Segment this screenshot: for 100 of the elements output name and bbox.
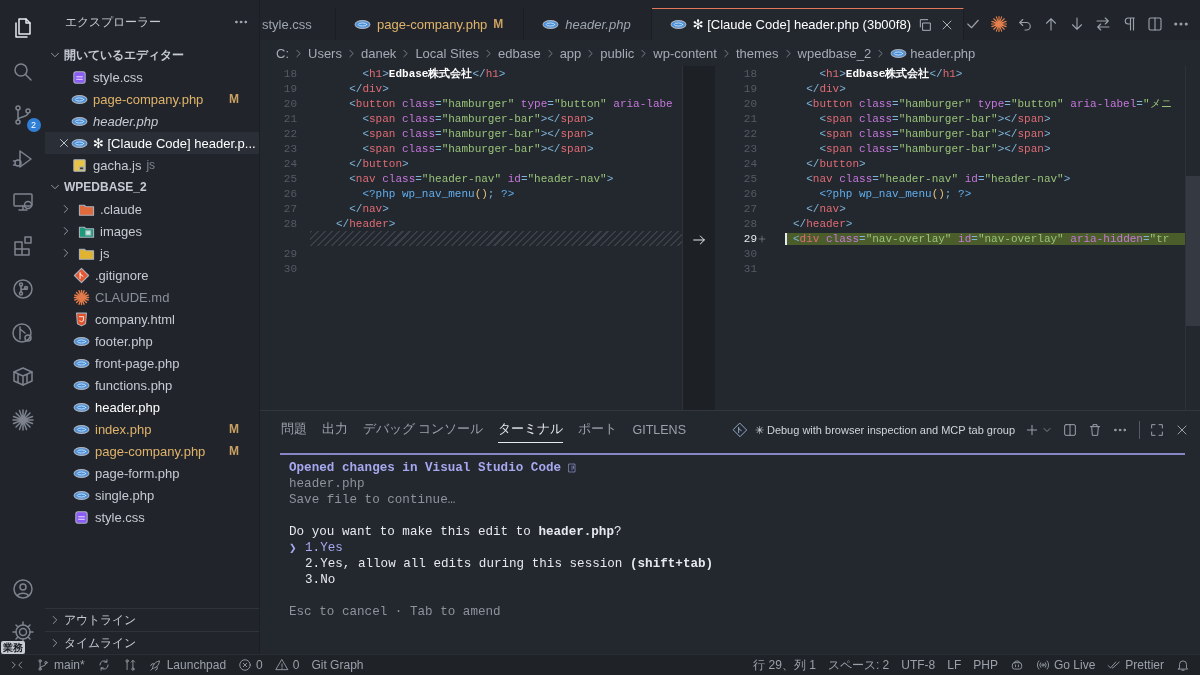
section-header[interactable]: アウトライン (45, 608, 259, 631)
menu-option[interactable]: 1.Yes (305, 541, 343, 555)
breadcrumb-item[interactable]: Users (308, 45, 342, 61)
code-line: </button> (805, 157, 866, 170)
file-item[interactable]: page-form.php (95, 465, 180, 481)
status-item[interactable]: UTF-8 (901, 658, 936, 672)
git-status: M (229, 92, 239, 106)
tab-label: style.css (262, 16, 312, 32)
editor-tab[interactable]: header.php (524, 8, 652, 40)
code-line: <span class="hamburger-bar"></span> (818, 112, 1051, 125)
terminal-text: header.php (289, 477, 365, 491)
panel-tab[interactable]: ターミナル (498, 417, 564, 443)
breadcrumb-item[interactable]: C: (276, 45, 289, 61)
file-item[interactable]: style.css (95, 509, 145, 525)
breadcrumb-item[interactable]: app (559, 45, 582, 61)
git-status: M (493, 17, 504, 31)
tab-label: page-company.php (377, 16, 488, 32)
panel-tab[interactable]: 出力 (322, 417, 348, 443)
menu-option[interactable]: 2.Yes, allow all edits during this session (shift+tab) (305, 557, 714, 571)
status-item[interactable]: Launchpad (148, 658, 227, 672)
code-line: </div> (805, 82, 846, 95)
git-status: M (229, 444, 239, 458)
status-item[interactable]: 0 (274, 658, 300, 672)
file-item[interactable]: header.php (93, 113, 159, 129)
selection-cursor: ❯ (289, 542, 297, 556)
line-number: 29 (742, 232, 757, 245)
code-line: <nav class="header-nav" id="header-nav"> (348, 172, 614, 185)
line-number: 23 (742, 142, 757, 155)
file-item[interactable]: company.html (95, 311, 175, 327)
code-line: </header> (336, 217, 396, 230)
file-item[interactable]: style.css (93, 69, 143, 85)
file-item[interactable]: CLAUDE.md (95, 289, 170, 305)
breadcrumb-item[interactable]: danek (360, 45, 397, 61)
code-line: </nav> (348, 202, 389, 215)
code-line: </button> (348, 157, 409, 170)
status-item[interactable]: 0 (238, 658, 263, 672)
code-line: <?php wp_nav_menu(); ?> (818, 187, 972, 200)
breadcrumb-item[interactable]: edbase (497, 45, 541, 61)
line-number: 31 (742, 262, 757, 275)
line-number: 23 (282, 142, 297, 155)
editor-tab[interactable]: page-company.php M (336, 8, 525, 40)
file-item[interactable]: images (100, 223, 142, 239)
file-item[interactable]: .gitignore (95, 267, 149, 283)
panel-tab[interactable]: デバッグ コンソール (363, 417, 484, 443)
status-item[interactable]: LF (947, 658, 962, 672)
code-line: <span class="hamburger-bar"></span> (361, 127, 594, 140)
terminal-text: Save file to continue… (289, 493, 456, 507)
code-line: </div> (348, 82, 389, 95)
panel-tab[interactable]: ポート (578, 417, 618, 443)
file-item[interactable]: front-page.php (95, 355, 180, 371)
breadcrumb-item[interactable]: wpedbase_2 (797, 45, 872, 61)
terminal-heading: Opened changes in Visual Studio Code (289, 461, 562, 475)
breadcrumb-item[interactable]: header.php (910, 45, 976, 61)
section-header[interactable]: 開いているエディター (45, 44, 259, 66)
code-line: <span class="hamburger-bar"></span> (818, 127, 1051, 140)
status-item[interactable]: PHP (973, 658, 998, 672)
status-item[interactable]: スペース: 2 (827, 656, 890, 674)
terminal-text: Do you want to make this edit to header.php? (289, 525, 622, 539)
sidebar-title: エクスプローラー (65, 13, 162, 31)
file-item[interactable]: gacha.js (93, 157, 142, 173)
code-line: <nav class="header-nav" id="header-nav"> (805, 172, 1071, 185)
file-item[interactable]: single.php (95, 487, 155, 503)
editor-tab[interactable]: ✻ [Claude Code] header.php (3b00f8) (651, 8, 964, 40)
code-line: </nav> (805, 202, 846, 215)
file-item[interactable]: index.php (95, 421, 152, 437)
status-item[interactable]: 行 29、列 1 (753, 656, 816, 674)
code-line: <h1>Edbase株式会社</h1> (361, 66, 506, 81)
status-item[interactable]: Prettier (1107, 658, 1164, 672)
code-line: <h1>Edbase株式会社</h1> (818, 66, 963, 81)
section-header[interactable]: WPEDBASE_2 (45, 176, 259, 198)
breadcrumb-item[interactable]: wp-content (653, 45, 717, 61)
file-item[interactable]: functions.php (95, 377, 173, 393)
status-item[interactable]: Git Graph (311, 658, 364, 672)
line-number: 30 (742, 247, 757, 260)
panel-tab[interactable]: 問題 (281, 417, 307, 443)
file-item[interactable]: .claude (100, 201, 142, 217)
tab-label: header.php (565, 16, 631, 32)
status-item[interactable]: Go Live (1035, 658, 1096, 672)
line-number: 24 (742, 157, 757, 170)
terminal-text: Esc to cancel · Tab to amend (289, 605, 501, 619)
menu-option[interactable]: 3.No (305, 573, 336, 587)
line-number: 24 (282, 157, 297, 170)
code-line: <?php wp_nav_menu(); ?> (361, 187, 515, 200)
breadcrumb-item[interactable]: themes (735, 45, 779, 61)
file-item[interactable]: page-company.php (93, 91, 204, 107)
file-item[interactable]: page-company.php (95, 443, 206, 459)
tab-label: ✻ [Claude Code] header.php (3b00f8) (692, 17, 911, 32)
file-item[interactable]: footer.php (95, 333, 153, 349)
status-item[interactable]: main* (36, 658, 85, 672)
file-item[interactable]: js (100, 245, 110, 261)
code-line: <span class="hamburger-bar"></span> (361, 112, 594, 125)
terminal-name[interactable]: ✳ Debug with browser inspection and MCP tab group (754, 423, 1015, 437)
breadcrumb-item[interactable]: Local Sites (415, 45, 479, 61)
breadcrumb-item[interactable]: public (600, 45, 635, 61)
code-line: <button class="hamburger" type="button" aria-labe (348, 97, 673, 110)
panel-tab[interactable]: GITLENS (632, 418, 686, 442)
file-item[interactable]: header.php (95, 399, 161, 415)
code-line: <span class="hamburger-bar"></span> (361, 142, 594, 155)
editor-tab[interactable]: style.css (260, 8, 336, 40)
code-line: <span class="hamburger-bar"></span> (818, 142, 1051, 155)
